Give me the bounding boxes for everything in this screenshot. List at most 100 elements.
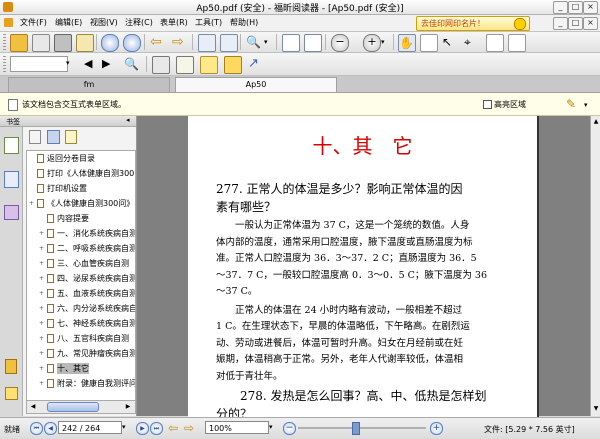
minimize-button[interactable]: _ [553,1,568,14]
expand-icon[interactable]: + [39,381,44,387]
comment-icon[interactable] [224,56,242,74]
bookmark-item[interactable]: + 一、消化系统疾病自测 [27,228,135,239]
bookmark-item[interactable]: + 《人体健康自测300问》 [27,198,135,209]
zoom-field[interactable]: 100% [205,421,269,434]
bookmark-item[interactable]: 打印《人体健康自测300问》 [27,168,135,179]
attachments-panel-icon[interactable] [5,359,17,374]
menu-file[interactable]: 文件(F) [20,17,47,28]
bookmark-item[interactable]: + 十、其它 [27,363,135,374]
zoom-dropdown-icon[interactable]: ▾ [264,38,272,46]
search-icon[interactable]: 🔍 [124,56,140,72]
bookmark-item[interactable]: + 三、心血管疾病自测 [27,258,135,269]
tab-ap50[interactable]: Ap50 [175,77,337,92]
toolbar-grip[interactable] [3,34,6,50]
find-prev-icon[interactable]: ◀ [84,56,100,72]
bookmarks-panel-icon[interactable] [4,137,19,154]
search-input[interactable] [10,56,68,72]
first-page-icon[interactable]: ⏮ [30,422,43,435]
prev-page-icon[interactable]: ◀ [44,422,57,435]
next-page-icon[interactable]: ▶ [136,422,149,435]
status-zoom-in-icon[interactable]: + [430,422,443,435]
form-settings-dropdown-icon[interactable]: ▾ [584,101,588,109]
doc-restore-button[interactable]: □ [568,17,583,30]
menu-tools[interactable]: 工具(T) [195,17,222,28]
highlight-checkbox[interactable] [483,100,492,109]
page-dropdown-icon[interactable]: ▾ [122,421,132,434]
bookmark-item[interactable]: 返回分卷目录 [27,153,135,164]
search-dropdown-icon[interactable]: ▾ [66,56,76,70]
bookmark-item[interactable]: + 四、泌尿系统疾病自测 [27,273,135,284]
sidebar-collapse-icon[interactable]: ◂ [126,116,130,124]
status-zoom-out-icon[interactable]: − [283,422,296,435]
back-arrow-icon[interactable]: ⇦ [150,34,166,50]
bookmark-item[interactable]: + 六、内分泌系统疾病自测 [27,303,135,314]
text-box-icon[interactable] [152,56,170,74]
menu-view[interactable]: 视图(V) [90,17,118,28]
comments-panel-icon[interactable] [5,387,18,400]
expand-icon[interactable]: + [39,261,44,267]
expand-icon[interactable]: + [39,336,44,342]
bookmark-item[interactable]: + 五、血液系统疾病自测 [27,288,135,299]
open-folder-icon[interactable] [10,34,28,52]
zoom-out-icon[interactable]: − [331,34,349,52]
snapshot-icon[interactable]: ⌖ [464,34,480,50]
fit-width-icon[interactable] [304,34,322,52]
new-bookmark-icon[interactable] [65,130,77,144]
zoom-slider-track[interactable] [298,427,426,429]
delete-bookmark-icon[interactable] [47,130,60,144]
bookmark-item[interactable]: + 七、神经系统疾病自测 [27,318,135,329]
last-page-icon[interactable]: ⏭ [150,422,163,435]
form-settings-icon[interactable]: ✎ [566,97,580,111]
select-arrow-icon[interactable]: ↖ [442,34,458,50]
arrow-draw-icon[interactable]: ↗ [248,56,264,72]
expand-icon[interactable]: + [39,231,44,237]
typewriter-icon[interactable] [176,56,194,74]
bookmark-scroll-thumb[interactable] [47,402,99,412]
expand-icon[interactable]: + [39,306,44,312]
menu-form[interactable]: 表单(R) [160,17,188,28]
pages-panel-icon[interactable] [4,171,19,188]
zoom-slider-thumb[interactable] [352,422,360,435]
scroll-left-icon[interactable]: ◀ [28,402,38,412]
scroll-down-icon[interactable]: ▼ [592,404,600,413]
maximize-button[interactable]: □ [568,1,583,14]
menu-edit[interactable]: 编辑(E) [55,17,82,28]
expand-icon[interactable]: + [39,276,44,282]
status-forward-icon[interactable]: ⇨ [184,421,198,435]
promo-banner[interactable]: 去佳印网印名片！ [416,16,530,31]
image-select-icon[interactable] [486,34,504,52]
document-vscrollbar[interactable]: ▲ ▼ [590,116,600,416]
expand-icon[interactable]: + [39,321,44,327]
forward-arrow-icon[interactable]: ⇨ [172,34,188,50]
expand-icon[interactable]: + [39,366,44,372]
status-back-icon[interactable]: ⇦ [168,421,182,435]
email-icon[interactable] [76,34,94,52]
zoom-field-dropdown-icon[interactable]: ▾ [269,421,279,434]
scroll-right-icon[interactable]: ▶ [123,402,133,412]
expand-icon[interactable]: + [39,291,44,297]
print-icon[interactable] [54,34,72,52]
find-next-icon[interactable]: ▶ [102,56,118,72]
bookmark-item[interactable]: + 附录：健康自我测评问卷 [27,378,135,389]
bookmark-options-icon[interactable] [29,130,41,144]
note-icon[interactable] [200,56,218,74]
expand-icon[interactable]: + [29,201,34,207]
close-button[interactable]: × [583,1,598,14]
menu-help[interactable]: 帮助(H) [230,17,258,28]
page-layout-icon[interactable] [220,34,238,52]
hand-tool-icon[interactable]: ✋ [398,34,416,52]
menu-comment[interactable]: 注释(C) [125,17,153,28]
rotate-page-icon[interactable] [198,34,216,52]
camera-icon[interactable] [508,34,526,52]
zoom-in-icon[interactable]: 🔍 [246,34,262,50]
page-number-field[interactable]: 242 / 264 [58,421,122,434]
next-page-icon[interactable] [123,34,141,52]
bookmark-item[interactable]: + 九、常见肿瘤疾病自测 [27,348,135,359]
bookmark-item[interactable]: 打印机设置 [27,183,135,194]
layers-panel-icon[interactable] [4,205,19,220]
bookmark-item[interactable]: 内容提要 [27,213,135,224]
bookmark-item[interactable]: + 八、五官科疾病自测 [27,333,135,344]
previous-page-icon[interactable] [101,34,119,52]
fit-page-icon[interactable] [282,34,300,52]
doc-minimize-button[interactable]: _ [553,17,568,30]
